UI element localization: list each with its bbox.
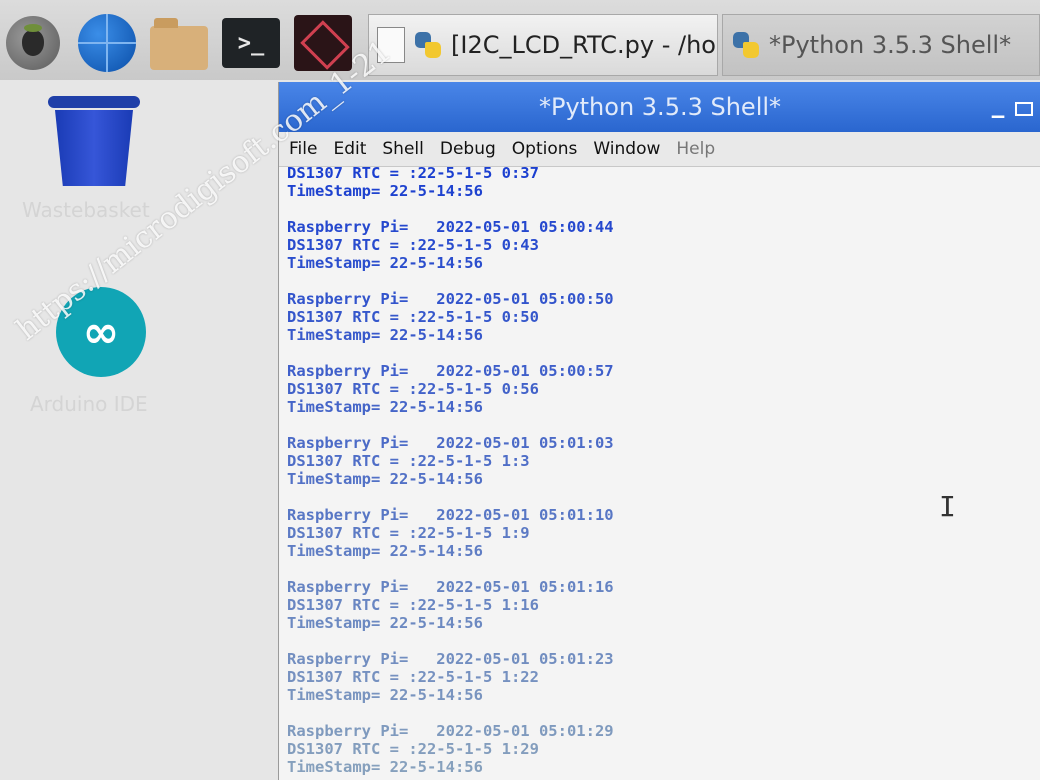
globe-icon: [78, 14, 136, 72]
python-icon: [731, 30, 761, 60]
task-editor-window[interactable]: [I2C_LCD_RTC.py - /ho: [368, 14, 718, 76]
shell-line: Raspberry Pi= 2022-05-01 05:00:50: [287, 290, 614, 308]
window-title: *Python 3.5.3 Shell*: [538, 93, 782, 121]
shell-line: TimeStamp= 22-5-14:56: [287, 542, 483, 560]
window-titlebar[interactable]: *Python 3.5.3 Shell* ▁: [279, 82, 1040, 132]
file-manager-button[interactable]: [148, 12, 210, 74]
menu-options[interactable]: Options: [512, 139, 578, 159]
wastebasket-label: Wastebasket: [22, 198, 150, 222]
task-shell-window[interactable]: *Python 3.5.3 Shell*: [722, 14, 1040, 76]
shell-line: DS1307 RTC = :22-5-1-5 0:37: [287, 164, 539, 182]
shell-line: Raspberry Pi= 2022-05-01 05:00:44: [287, 218, 614, 236]
shell-output[interactable]: DS1307 RTC = :22-5-1-5 0:37 TimeStamp= 22…: [287, 164, 1040, 780]
menu-debug[interactable]: Debug: [440, 139, 496, 159]
terminal-icon: >_: [222, 18, 280, 68]
minimize-button[interactable]: ▁: [989, 101, 1007, 117]
task-label: *Python 3.5.3 Shell*: [769, 31, 1012, 59]
shell-line: TimeStamp= 22-5-14:56: [287, 326, 483, 344]
shell-line: Raspberry Pi= 2022-05-01 05:00:57: [287, 362, 614, 380]
shell-line: Raspberry Pi= 2022-05-01 05:01:16: [287, 578, 614, 596]
shell-line: TimeStamp= 22-5-14:56: [287, 614, 483, 632]
menu-help[interactable]: Help: [676, 139, 715, 159]
menu-edit[interactable]: Edit: [333, 139, 366, 159]
shell-line: TimeStamp= 22-5-14:56: [287, 182, 483, 200]
folder-icon: [150, 18, 208, 70]
raspberry-icon: [6, 16, 60, 70]
menu-bar: File Edit Shell Debug Options Window Hel…: [279, 132, 1040, 167]
raspberry-menu-button[interactable]: [2, 12, 64, 74]
shell-line: Raspberry Pi= 2022-05-01 05:01:03: [287, 434, 614, 452]
shell-line: TimeStamp= 22-5-14:56: [287, 758, 483, 776]
shell-line: Raspberry Pi= 2022-05-01 05:01:29: [287, 722, 614, 740]
shell-line: DS1307 RTC = :22-5-1-5 1:9: [287, 524, 530, 542]
shell-line: Raspberry Pi= 2022-05-01 05:01:10: [287, 506, 614, 524]
arduino-label: Arduino IDE: [30, 392, 148, 416]
shell-line: TimeStamp= 22-5-14:56: [287, 254, 483, 272]
shell-line: DS1307 RTC = :22-5-1-5 1:3: [287, 452, 530, 470]
web-browser-button[interactable]: [76, 12, 138, 74]
menu-window[interactable]: Window: [593, 139, 660, 159]
wastebasket-icon[interactable]: [46, 96, 142, 188]
menu-shell[interactable]: Shell: [382, 139, 423, 159]
maximize-button[interactable]: [1015, 102, 1033, 116]
shell-line: DS1307 RTC = :22-5-1-5 0:43: [287, 236, 539, 254]
shell-line: DS1307 RTC = :22-5-1-5 0:56: [287, 380, 539, 398]
shell-line: DS1307 RTC = :22-5-1-5 1:22: [287, 668, 539, 686]
text-cursor-icon: I: [939, 490, 956, 523]
python-shell-window: *Python 3.5.3 Shell* ▁ File Edit Shell D…: [278, 82, 1040, 780]
shell-line: TimeStamp= 22-5-14:56: [287, 398, 483, 416]
shell-line: TimeStamp= 22-5-14:56: [287, 686, 483, 704]
terminal-button[interactable]: >_: [220, 12, 282, 74]
taskbar: >_ [I2C_LCD_RTC.py - /ho *Python 3.5.3 S…: [0, 0, 1040, 80]
shell-line: DS1307 RTC = :22-5-1-5 1:29: [287, 740, 539, 758]
shell-line: DS1307 RTC = :22-5-1-5 0:50: [287, 308, 539, 326]
shell-line: Raspberry Pi= 2022-05-01 05:01:23: [287, 650, 614, 668]
shell-line: DS1307 RTC = :22-5-1-5 1:16: [287, 596, 539, 614]
task-label: [I2C_LCD_RTC.py - /ho: [451, 31, 716, 59]
python-icon: [413, 30, 443, 60]
shell-line: TimeStamp= 22-5-14:56: [287, 470, 483, 488]
